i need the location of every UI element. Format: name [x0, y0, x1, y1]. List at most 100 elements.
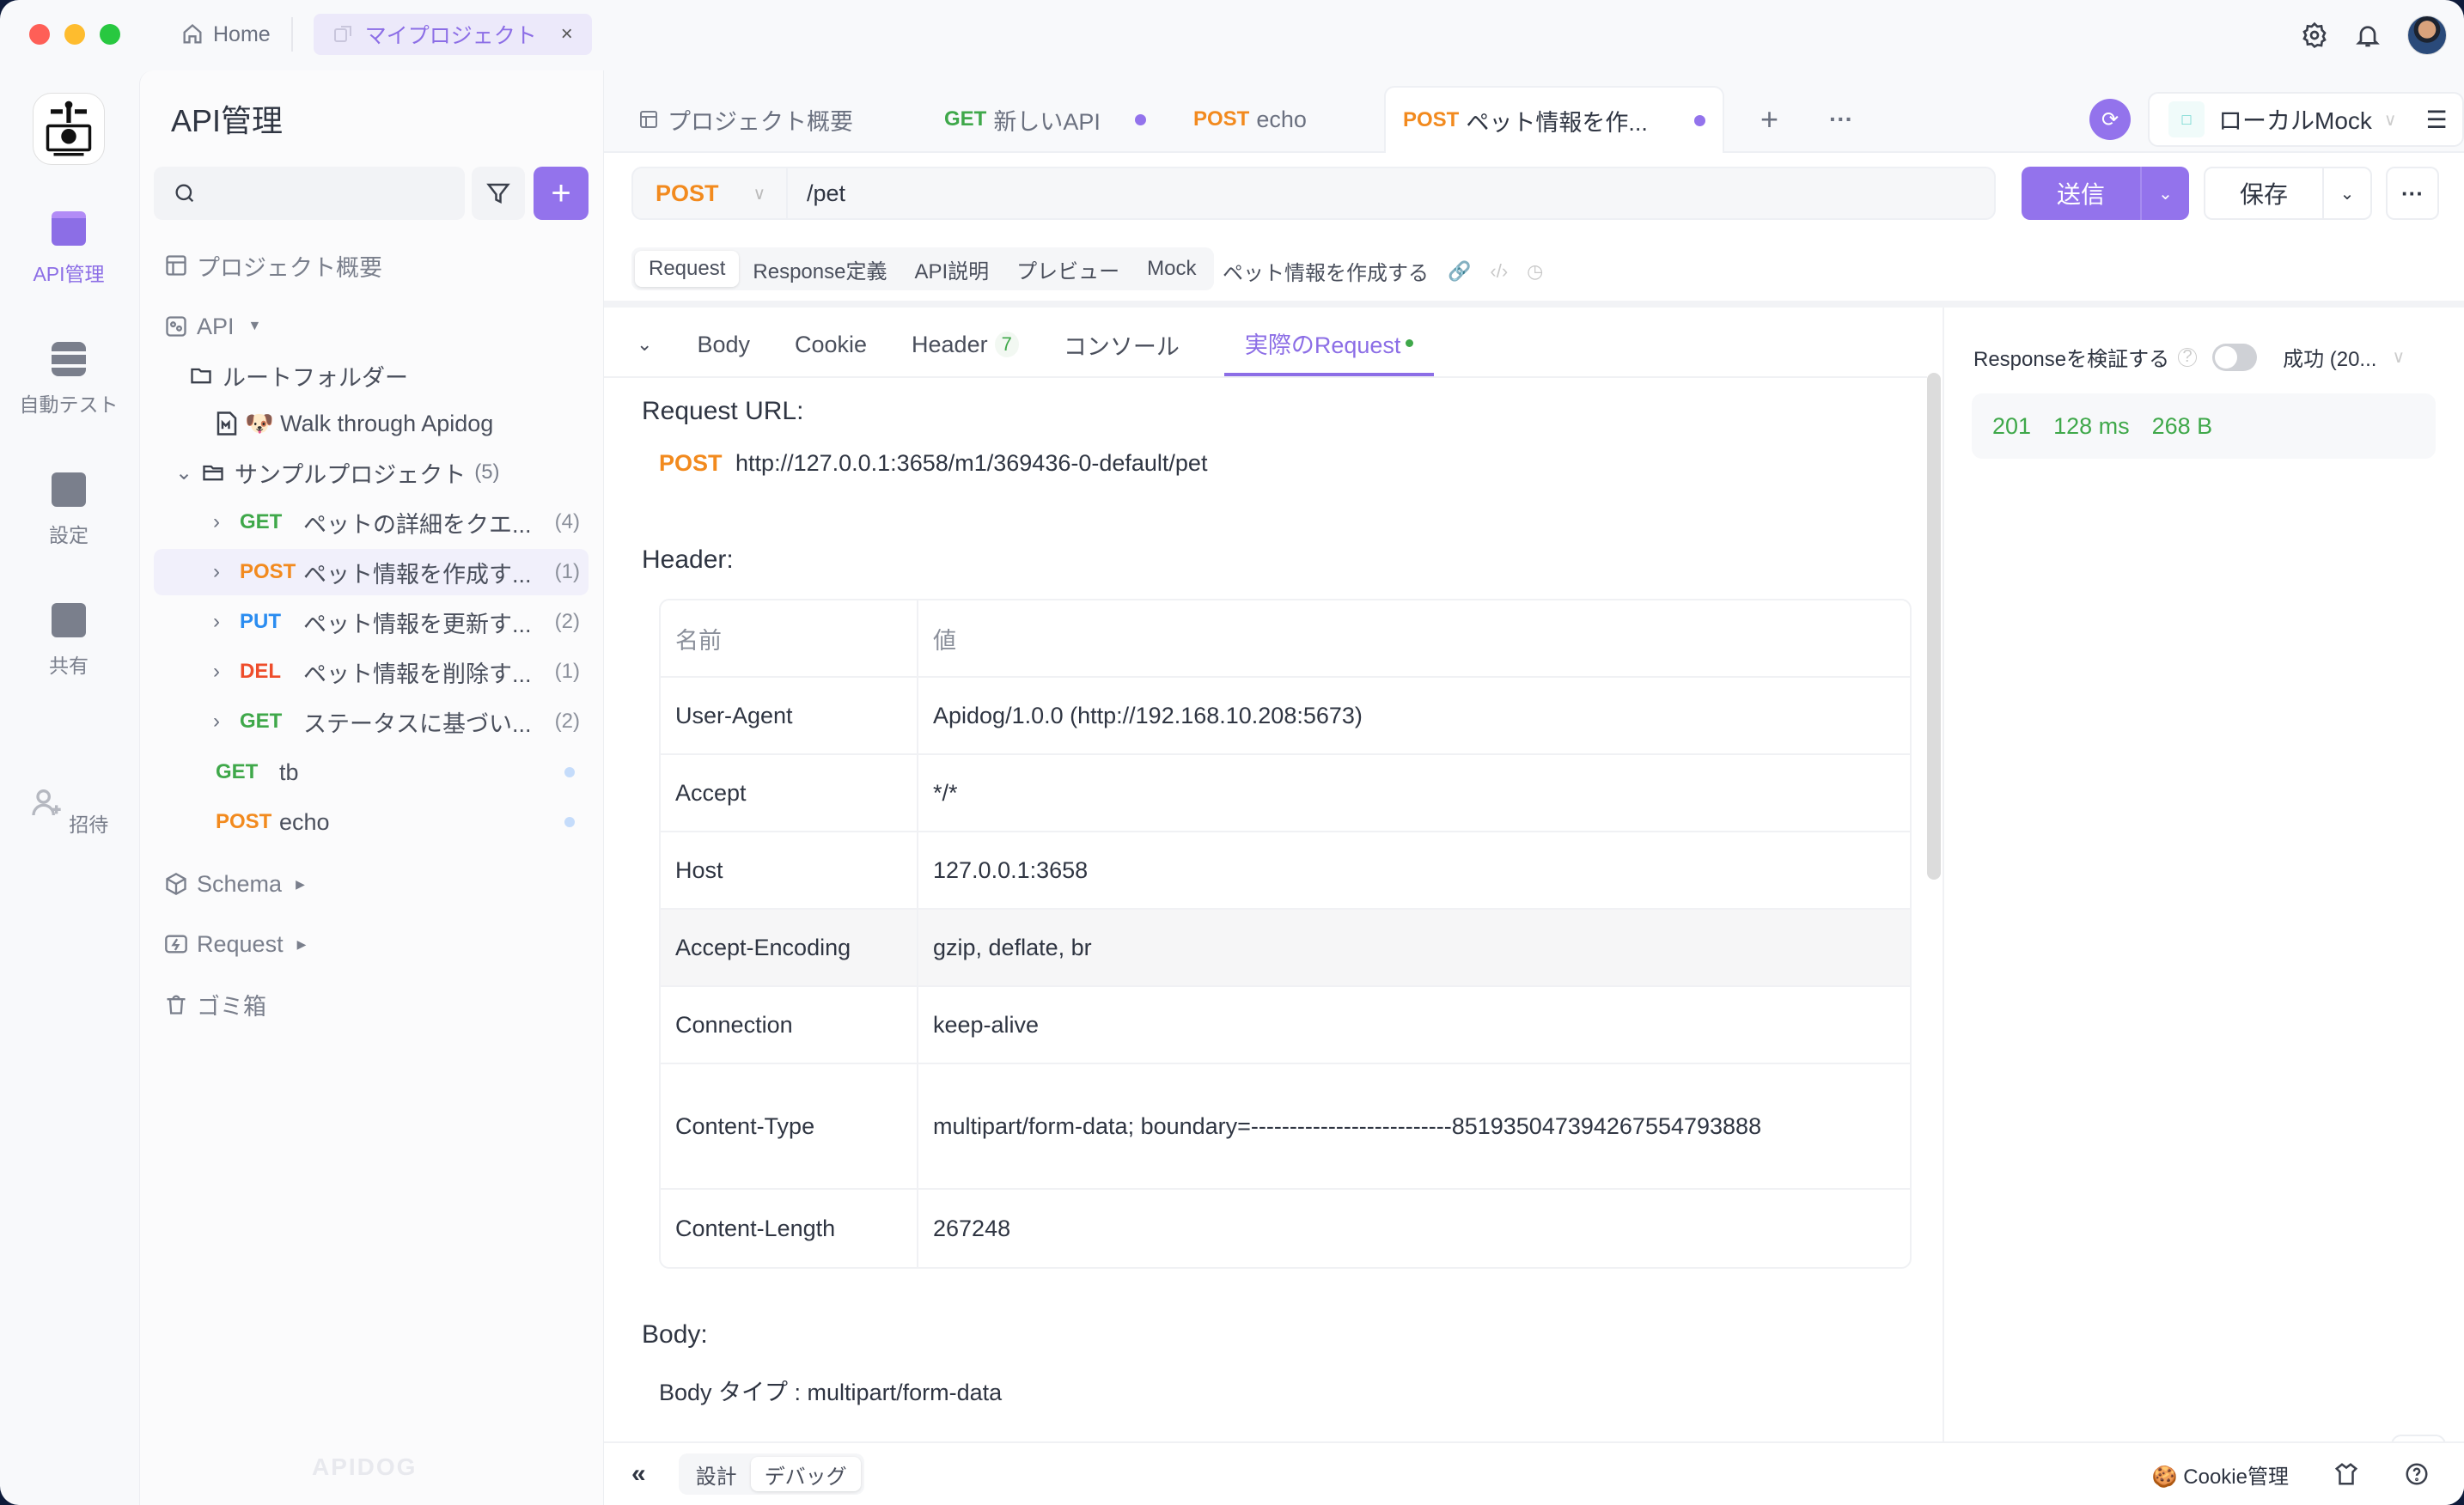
rail-label: API管理: [33, 263, 105, 285]
search-input[interactable]: [154, 167, 465, 220]
subtab-preview[interactable]: プレビュー: [1003, 251, 1133, 287]
result-select[interactable]: 成功 (20...: [2283, 342, 2376, 372]
team-logo[interactable]: [33, 93, 105, 165]
tab-post-echo[interactable]: POST echo: [1176, 86, 1324, 153]
sidebar-item-api[interactable]: API ▼: [154, 303, 589, 350]
url-input[interactable]: /pet: [788, 180, 845, 207]
bell-icon[interactable]: [2354, 21, 2382, 49]
cube-icon: [166, 872, 186, 896]
sidebar-item-label: API: [197, 313, 235, 339]
project-tab-label: マイプロジェクト: [364, 24, 537, 48]
more-tabs-button[interactable]: ···: [1812, 86, 1870, 153]
link-icon[interactable]: 🔗: [1448, 260, 1471, 283]
response-panel: Responseを検証する ? 成功 (20... ∨ 201 128 ms 2…: [1943, 308, 2464, 1505]
sidebar-item-root-folder[interactable]: ルートフォルダー: [154, 352, 589, 399]
rail-item-automation[interactable]: 自動テスト: [0, 342, 137, 417]
tab-body[interactable]: Body: [697, 313, 750, 376]
sidebar-item-schema[interactable]: Schema ▶: [154, 861, 589, 907]
rail-item-share[interactable]: 共有: [0, 603, 137, 679]
status-dot: [1406, 338, 1414, 347]
endpoint-item[interactable]: › DEL ペット情報を削除す... (1): [154, 649, 589, 695]
markdown-doc-icon: [217, 411, 237, 436]
rail-item-settings[interactable]: 設定: [0, 472, 137, 548]
mode-debug[interactable]: デバッグ: [750, 1457, 861, 1491]
tab-post-pet-create[interactable]: POST ペット情報を作...: [1384, 86, 1724, 153]
history-icon[interactable]: ◷: [1527, 260, 1543, 283]
method-badge: GET: [240, 510, 283, 533]
status-code: 201: [1992, 412, 2032, 439]
tab-project-overview[interactable]: プロジェクト概要: [621, 86, 870, 153]
response-size: 268 B: [2151, 412, 2213, 439]
endpoint-item[interactable]: GET tb: [154, 749, 589, 795]
gear-icon[interactable]: [2301, 21, 2328, 49]
method-select[interactable]: POST ∨: [633, 168, 788, 218]
tab-get-new-api[interactable]: GET 新しいAPI: [927, 86, 1163, 153]
verify-toggle[interactable]: [2212, 343, 2258, 371]
send-button[interactable]: 送信: [2022, 167, 2142, 220]
sidebar-item-request[interactable]: Request ▶: [154, 921, 589, 967]
chevron-right-icon[interactable]: ›: [205, 560, 228, 584]
subtab-request[interactable]: Request: [635, 251, 740, 287]
chevron-right-icon[interactable]: ›: [205, 710, 228, 734]
cookie-manager-button[interactable]: 🍪 Cookie管理: [2152, 1459, 2289, 1490]
titlebar-actions: [2301, 15, 2447, 55]
endpoint-item[interactable]: › PUT ペット情報を更新す... (2): [154, 599, 589, 645]
mode-design[interactable]: 設計: [682, 1457, 751, 1491]
scrollbar[interactable]: [1927, 373, 1941, 880]
avatar[interactable]: [2407, 15, 2447, 55]
save-options-button[interactable]: ⌄: [2324, 168, 2370, 218]
endpoint-item[interactable]: › GET ステータスに基づい... (2): [154, 698, 589, 745]
header-name: Content-Type: [661, 1064, 918, 1190]
rail-item-api[interactable]: API管理: [0, 211, 137, 287]
maximize-window-button[interactable]: [100, 24, 120, 45]
close-icon[interactable]: ×: [561, 22, 573, 46]
sidebar-folder-sample-project[interactable]: ⌄ サンプルプロジェクト (5): [154, 449, 589, 496]
endpoint-item[interactable]: POST echo: [154, 799, 589, 845]
filter-button[interactable]: [472, 167, 525, 220]
menu-button[interactable]: ☰: [2411, 92, 2464, 147]
project-tab[interactable]: マイプロジェクト ×: [313, 14, 592, 55]
collapse-sidebar-icon[interactable]: «: [631, 1459, 646, 1489]
sidebar-item-label: 🐶 Walk through Apidog: [245, 411, 494, 436]
close-window-button[interactable]: [29, 24, 50, 45]
subtab-api-docs[interactable]: API説明: [900, 251, 1003, 287]
chevron-right-icon[interactable]: ›: [205, 510, 228, 534]
method-badge: POST: [659, 450, 723, 476]
more-options-button[interactable]: ···: [2386, 167, 2439, 220]
sidebar-item-walkthrough[interactable]: 🐶 Walk through Apidog: [154, 400, 589, 447]
tab-console[interactable]: コンソール: [1064, 313, 1180, 376]
chevron-right-icon[interactable]: ›: [205, 610, 228, 634]
save-button[interactable]: 保存: [2205, 168, 2324, 218]
endpoint-item[interactable]: › GET ペットの詳細をクエ... (4): [154, 499, 589, 545]
new-tab-button[interactable]: +: [1743, 86, 1796, 153]
minimize-window-button[interactable]: [64, 24, 85, 45]
mode-switch: 設計 デバッグ: [678, 1453, 864, 1495]
sync-button[interactable]: ⟳: [2089, 99, 2131, 140]
sidebar-item-label: Request: [197, 930, 284, 957]
sidebar-item-trash[interactable]: ゴミ箱: [154, 981, 589, 1027]
collapse-toggle[interactable]: ⌄: [637, 313, 652, 376]
subtab-mock[interactable]: Mock: [1133, 251, 1210, 287]
code-icon[interactable]: ‹/›: [1490, 260, 1508, 283]
tab-actual-request[interactable]: 実際のRequest: [1223, 313, 1435, 376]
subtab-response-definition[interactable]: Response定義: [739, 251, 900, 287]
rail-item-invite[interactable]: 招待: [0, 785, 137, 838]
column-header: 値: [918, 600, 1910, 678]
tab-header[interactable]: Header 7: [912, 313, 1019, 376]
chevron-right-icon[interactable]: ›: [205, 660, 228, 684]
header-name: Accept-Encoding: [661, 910, 918, 987]
shirt-icon[interactable]: [2333, 1461, 2359, 1487]
send-options-button[interactable]: ⌄: [2142, 167, 2189, 220]
help-icon[interactable]: ?: [2178, 347, 2198, 367]
tab-label: 実際のRequest: [1244, 332, 1401, 358]
environment-select[interactable]: □ ローカルMock ∨: [2148, 92, 2421, 147]
endpoint-item-selected[interactable]: › POST ペット情報を作成す... (1): [154, 549, 589, 595]
help-icon[interactable]: [2404, 1461, 2430, 1487]
tab-cookie[interactable]: Cookie: [795, 313, 867, 376]
chevron-down-icon[interactable]: ⌄: [173, 460, 195, 485]
header-value: 267248: [933, 1215, 1011, 1241]
home-tab[interactable]: Home: [180, 22, 271, 47]
panel-divider[interactable]: [604, 301, 2464, 308]
sidebar-item-project-overview[interactable]: プロジェクト概要: [154, 242, 589, 289]
add-button[interactable]: +: [534, 167, 589, 220]
